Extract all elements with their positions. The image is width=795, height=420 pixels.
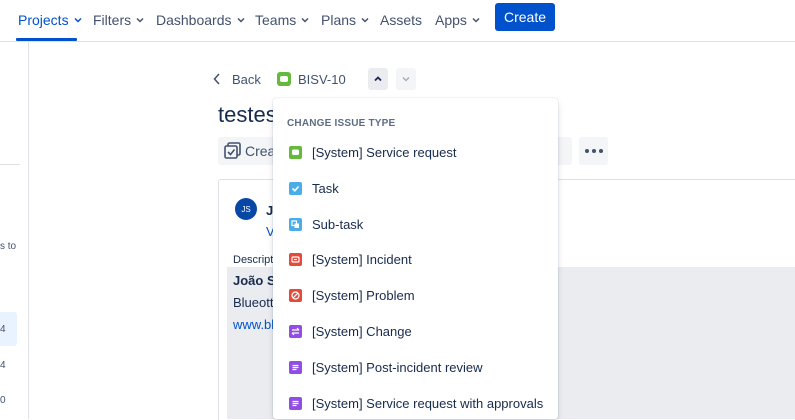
issue-key[interactable]: BISV-10	[298, 72, 346, 87]
issue-type-label: [System] Change	[312, 324, 412, 339]
issue-type-option[interactable]: Task	[273, 173, 558, 205]
chevron-down-icon	[472, 17, 480, 23]
chevron-down-icon	[136, 17, 144, 23]
chevron-down-icon	[74, 17, 82, 23]
create-subtask-label: Crea	[245, 143, 276, 159]
sidebar-divider	[0, 164, 20, 165]
more-dot	[584, 149, 589, 153]
post-incident-review-icon	[289, 361, 302, 374]
issue-type-option[interactable]: [System] Change	[273, 316, 558, 348]
nav-apps-label: Apps	[435, 12, 467, 28]
incident-icon	[289, 253, 302, 266]
task-icon	[289, 182, 302, 195]
description-link[interactable]: www.bl	[233, 317, 274, 332]
issue-type-label: [System] Problem	[312, 288, 415, 303]
sidebar-count: 4	[0, 360, 6, 371]
nav-apps[interactable]: Apps	[435, 10, 481, 30]
dropdown-heading: CHANGE ISSUE TYPE	[287, 118, 396, 129]
nav-filters-label: Filters	[93, 12, 132, 28]
description-label: Descript	[233, 254, 274, 266]
nav-assets-label: Assets	[380, 12, 423, 28]
issue-type-label: [System] Service request	[312, 145, 457, 160]
issue-type-option[interactable]: [System] Service request	[273, 137, 558, 169]
issue-type-option[interactable]: [System] Incident	[273, 244, 558, 276]
avatar[interactable]: JS	[235, 198, 257, 220]
subtask-icon	[289, 218, 302, 231]
description-name: João S	[233, 273, 276, 288]
sidebar-text-fragment: s to	[0, 241, 17, 252]
more-dot	[598, 149, 603, 153]
chevron-down-icon	[361, 17, 369, 23]
back-link[interactable]: Back	[232, 72, 261, 87]
issue-type-label: Task	[312, 181, 339, 196]
nav-dashboards-label: Dashboards	[156, 12, 232, 28]
chevron-down-icon	[402, 76, 410, 82]
nav-teams-label: Teams	[255, 12, 297, 28]
create-subtask-button[interactable]: Crea	[218, 137, 278, 165]
chevron-down-icon	[301, 17, 309, 23]
chevron-up-icon	[374, 76, 382, 82]
nav-filters[interactable]: Filters	[93, 10, 145, 30]
issue-type-option[interactable]: [System] Service request with approvals	[273, 388, 558, 420]
previous-issue-button[interactable]	[368, 68, 388, 90]
nav-assets[interactable]: Assets	[380, 10, 422, 30]
top-navigation: Projects Filters Dashboards Teams Plans …	[0, 0, 795, 42]
problem-icon	[289, 289, 302, 302]
more-dot	[591, 149, 596, 153]
nav-teams[interactable]: Teams	[255, 10, 310, 30]
nav-plans[interactable]: Plans	[321, 10, 370, 30]
nav-projects-label: Projects	[18, 12, 69, 28]
service-request-approvals-icon	[289, 397, 302, 410]
service-request-icon	[289, 146, 302, 159]
nav-projects[interactable]: Projects	[18, 10, 83, 30]
nav-dashboards[interactable]: Dashboards	[156, 10, 246, 30]
next-issue-button[interactable]	[396, 68, 416, 90]
description-company: Blueott	[233, 295, 274, 310]
issue-type-option[interactable]: [System] Post-incident review	[273, 352, 558, 384]
sidebar-count: 0	[0, 395, 6, 406]
more-actions-button[interactable]	[579, 137, 608, 165]
chevron-down-icon	[236, 17, 245, 23]
service-request-icon[interactable]	[277, 72, 291, 86]
issue-type-label: Sub-task	[312, 217, 364, 232]
create-button[interactable]: Create	[495, 3, 555, 31]
change-issue-type-dropdown: CHANGE ISSUE TYPE [System] Service reque…	[273, 98, 558, 419]
change-icon	[289, 325, 302, 338]
issue-type-label: [System] Post-incident review	[312, 360, 483, 375]
subtask-checkbox-icon	[224, 142, 241, 159]
issue-type-option[interactable]: [System] Problem	[273, 280, 558, 312]
issue-type-label: [System] Service request with approvals	[312, 396, 544, 411]
issue-title[interactable]: testes	[218, 102, 277, 128]
sidebar-count: 4	[0, 324, 6, 335]
issue-type-option[interactable]: Sub-task	[273, 209, 558, 241]
issue-type-label: [System] Incident	[312, 252, 412, 267]
chevron-left-icon[interactable]	[212, 72, 222, 86]
nav-active-indicator	[16, 38, 77, 41]
nav-plans-label: Plans	[321, 12, 357, 28]
